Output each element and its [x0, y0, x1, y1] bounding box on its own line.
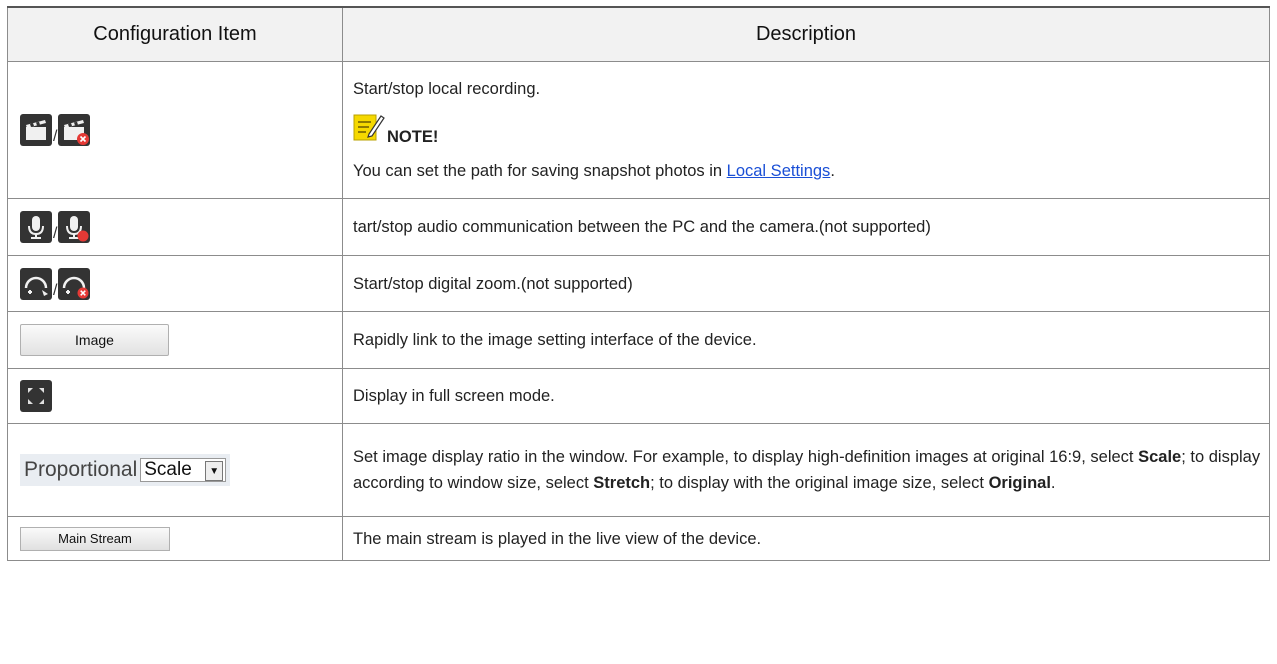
fullscreen-icon[interactable] — [20, 380, 52, 412]
local-settings-link[interactable]: Local Settings — [727, 162, 831, 180]
display-ratio-select[interactable]: Scale ▼ — [140, 458, 227, 482]
description-cell: Rapidly link to the image setting interf… — [342, 311, 1270, 369]
config-item-cell: / — [7, 198, 343, 256]
config-item-cell — [7, 368, 343, 424]
desc-bold-scale: Scale — [1138, 448, 1182, 466]
config-item-cell: Proportional Scale ▼ — [7, 423, 343, 517]
slash-separator: / — [53, 128, 58, 145]
description-cell: tart/stop audio communication between th… — [342, 198, 1270, 256]
table-row: / Start/stop local recording. NOTE! You … — [7, 61, 1270, 199]
config-item-cell: Image — [7, 311, 343, 369]
mic-stop-icon[interactable] — [58, 211, 91, 243]
description-cell: Display in full screen mode. — [342, 368, 1270, 424]
description-cell: Start/stop digital zoom.(not supported) — [342, 255, 1270, 312]
header-description: Description — [342, 6, 1270, 62]
image-button[interactable]: Image — [20, 324, 169, 356]
description-cell: Start/stop local recording. NOTE! You ca… — [342, 61, 1270, 199]
desc-bold-stretch: Stretch — [593, 474, 651, 492]
table-row: Main Stream The main stream is played in… — [7, 516, 1270, 561]
record-start-icon[interactable] — [20, 114, 52, 146]
mic-icon[interactable] — [20, 211, 52, 243]
record-stop-icon[interactable] — [58, 114, 91, 146]
table-row: / Start/stop digital zoom.(not supported… — [7, 255, 1270, 312]
desc-part: . — [1050, 474, 1056, 492]
table-row: Display in full screen mode. — [7, 368, 1270, 424]
select-value: Scale — [144, 459, 192, 480]
config-table: Configuration Item Description / Start/s… — [7, 6, 1270, 561]
table-header-row: Configuration Item Description — [7, 6, 1270, 62]
note-text-before: You can set the path for saving snapshot… — [353, 162, 727, 180]
note-label: NOTE! — [387, 128, 439, 146]
main-stream-button[interactable]: Main Stream — [20, 526, 170, 551]
note-icon — [353, 112, 385, 150]
desc-bold-original: Original — [988, 474, 1051, 492]
config-item-cell: Main Stream — [7, 516, 343, 561]
description-text: Start/stop local recording. — [353, 80, 541, 98]
note-text-after: . — [830, 162, 835, 180]
table-row: / tart/stop audio communication between … — [7, 198, 1270, 256]
desc-part: ; to display with the original image siz… — [650, 474, 989, 492]
chevron-down-icon[interactable]: ▼ — [205, 461, 224, 481]
proportional-label: Proportional — [24, 458, 138, 481]
description-cell: The main stream is played in the live vi… — [342, 516, 1270, 561]
slash-separator: / — [53, 225, 58, 242]
note-text: You can set the path for saving snapshot… — [353, 158, 1269, 184]
description-cell: Set image display ratio in the window. F… — [342, 423, 1270, 517]
slash-separator: / — [53, 281, 58, 299]
table-row: Proportional Scale ▼ Set image display r… — [7, 423, 1270, 517]
proportional-control: Proportional Scale ▼ — [20, 454, 231, 486]
desc-part: Set image display ratio in the window. F… — [353, 448, 1139, 466]
config-item-cell: / — [7, 61, 343, 199]
zoom-icon[interactable] — [20, 267, 52, 300]
config-item-cell: / — [7, 255, 343, 312]
zoom-stop-icon[interactable] — [58, 267, 91, 300]
note-block: NOTE! — [353, 112, 1269, 150]
table-row: Image Rapidly link to the image setting … — [7, 311, 1270, 369]
header-config-item: Configuration Item — [7, 6, 343, 62]
